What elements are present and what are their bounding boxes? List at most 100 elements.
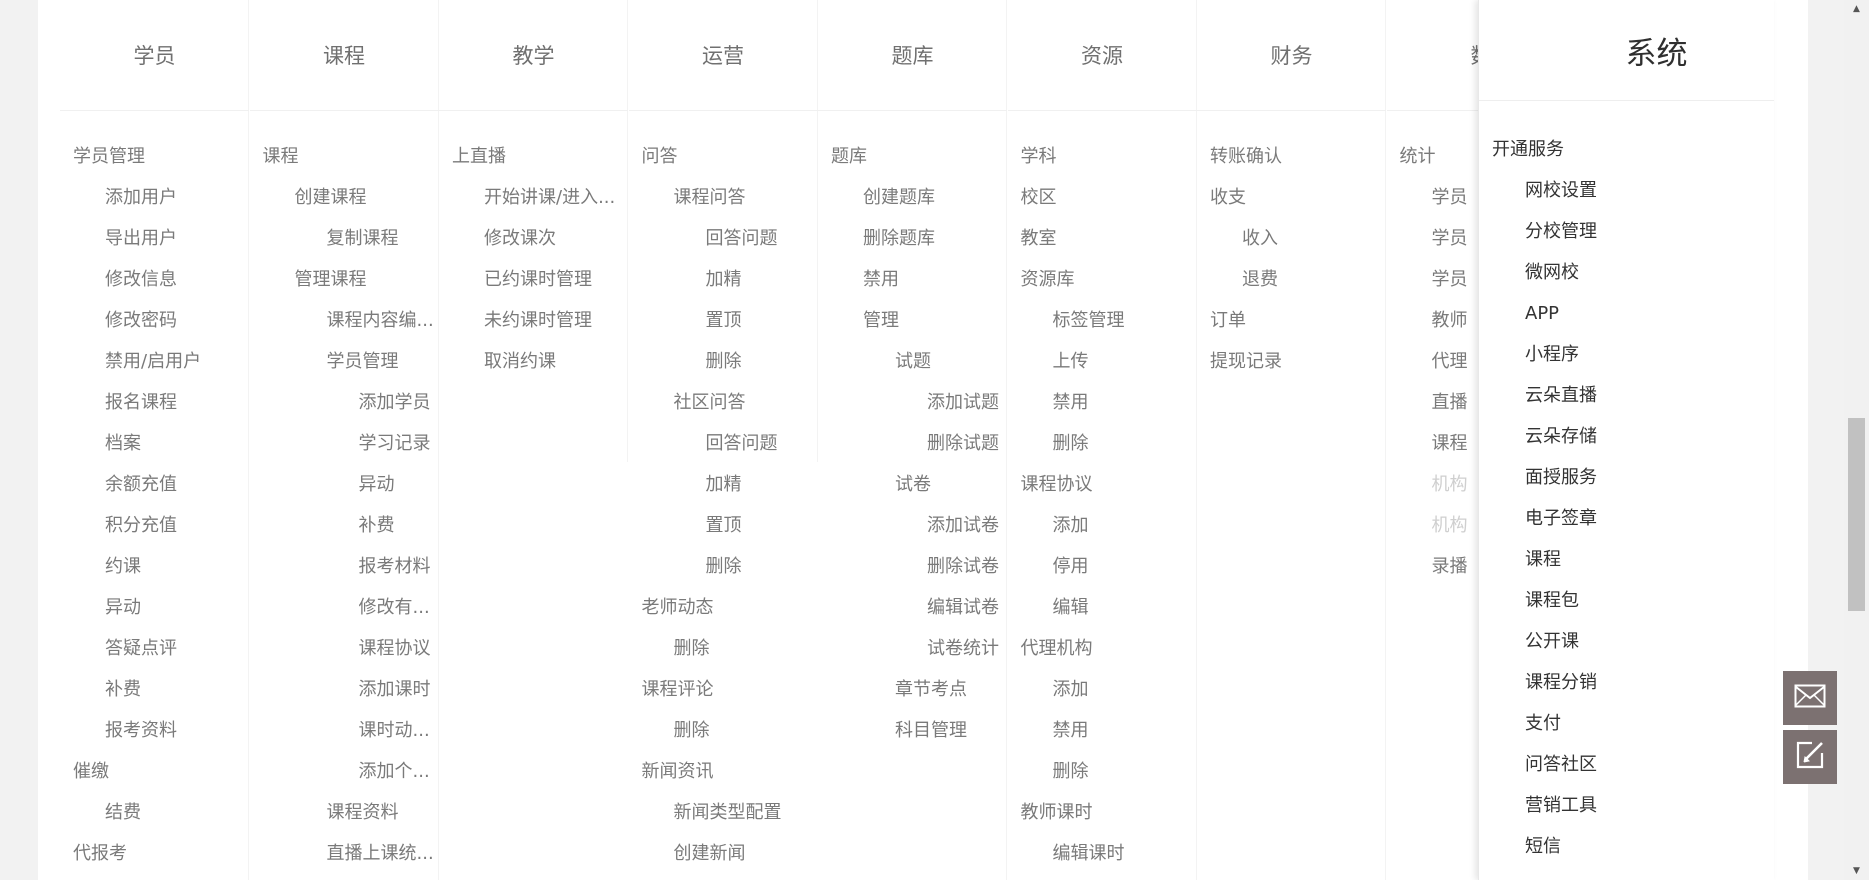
permission-item[interactable]: 教师课时	[1021, 798, 1093, 828]
permission-item[interactable]: 学员管理	[73, 142, 145, 172]
feedback-float-button[interactable]	[1783, 730, 1837, 784]
permission-item[interactable]: 课程	[263, 142, 299, 172]
permission-item[interactable]: 收入	[1242, 224, 1278, 254]
permission-item[interactable]: 代理	[1432, 347, 1468, 377]
permission-item[interactable]: 报考材料	[359, 552, 431, 582]
permission-item[interactable]: 录播	[1432, 552, 1468, 582]
permission-item[interactable]: 创建新闻	[674, 839, 746, 869]
permission-item[interactable]: 提现记录	[1210, 347, 1282, 377]
permission-item[interactable]: 校区	[1021, 183, 1057, 213]
permission-item[interactable]: 收支	[1210, 183, 1246, 213]
permission-item[interactable]: 添加试题	[927, 388, 999, 418]
permission-item[interactable]: 删除	[1053, 757, 1089, 787]
permission-item[interactable]: 试卷统计	[927, 634, 999, 664]
permission-item[interactable]: 上传	[1053, 347, 1089, 377]
permission-item[interactable]: 直播	[1432, 388, 1468, 418]
permission-item[interactable]: 置顶	[706, 511, 742, 541]
column-title[interactable]: 题库	[818, 0, 1007, 111]
permission-item[interactable]: 编辑	[1053, 593, 1089, 623]
permission-item[interactable]: 教室	[1021, 224, 1057, 254]
permission-item[interactable]: 添加	[1053, 675, 1089, 705]
permission-item[interactable]: 删除题库	[863, 224, 935, 254]
permission-item[interactable]: 学员管理	[327, 347, 399, 377]
permission-item[interactable]: 禁用/启用户	[105, 347, 201, 377]
system-item[interactable]: 微网校	[1525, 258, 1579, 288]
column-title[interactable]: 课程	[249, 0, 439, 111]
permission-item[interactable]: 加精	[706, 265, 742, 295]
permission-item[interactable]: 添加学员	[359, 388, 431, 418]
system-item[interactable]: 小程序	[1525, 340, 1579, 370]
permission-item[interactable]: 课程内容编...	[327, 306, 434, 336]
system-item[interactable]: 课程分销	[1525, 668, 1597, 698]
permission-item[interactable]: 修改有...	[359, 593, 430, 623]
column-title[interactable]: 资源	[1007, 0, 1197, 111]
system-item[interactable]: 云朵存储	[1525, 422, 1597, 452]
permission-item[interactable]: 删除	[674, 634, 710, 664]
permission-item[interactable]: 标签管理	[1053, 306, 1125, 336]
permission-item[interactable]: 课程	[1432, 429, 1468, 459]
scroll-down-arrow-icon[interactable]: ▼	[1844, 862, 1869, 880]
permission-item[interactable]: 导出用户	[105, 224, 177, 254]
permission-item[interactable]: 加精	[706, 470, 742, 500]
page-scrollbar[interactable]: ▲ ▼	[1844, 0, 1869, 880]
permission-item[interactable]: 禁用	[1053, 388, 1089, 418]
permission-item[interactable]: 添加试卷	[927, 511, 999, 541]
permission-item[interactable]: 资源库	[1021, 265, 1075, 295]
permission-item[interactable]: 代报考	[73, 839, 127, 869]
permission-item[interactable]: 新闻类型配置	[674, 798, 782, 828]
permission-item[interactable]: 修改课次	[484, 224, 556, 254]
permission-item[interactable]: 添加课时	[359, 675, 431, 705]
permission-item[interactable]: 添加用户	[105, 183, 177, 213]
permission-item[interactable]: 回答问题	[706, 429, 778, 459]
permission-item[interactable]: 未约课时管理	[484, 306, 592, 336]
system-item[interactable]: 公开课	[1525, 627, 1579, 657]
permission-item[interactable]: 余额充值	[105, 470, 177, 500]
message-float-button[interactable]	[1783, 671, 1837, 725]
permission-item[interactable]: 补费	[105, 675, 141, 705]
permission-item[interactable]: 催缴	[73, 757, 109, 787]
permission-item[interactable]: 修改信息	[105, 265, 177, 295]
system-item[interactable]: 网校设置	[1525, 176, 1597, 206]
scroll-up-arrow-icon[interactable]: ▲	[1844, 0, 1869, 18]
permission-item[interactable]: 删除试题	[927, 429, 999, 459]
permission-item[interactable]: 创建题库	[863, 183, 935, 213]
permission-item[interactable]: 添加	[1053, 511, 1089, 541]
permission-item[interactable]: 删除试卷	[927, 552, 999, 582]
permission-item[interactable]: 章节考点	[895, 675, 967, 705]
permission-item[interactable]: 题库	[831, 142, 867, 172]
system-item[interactable]: 开通服务	[1492, 135, 1564, 165]
permission-item[interactable]: 课程问答	[674, 183, 746, 213]
permission-item[interactable]: 添加个...	[359, 757, 430, 787]
permission-item[interactable]: 课时动...	[359, 716, 430, 746]
permission-item[interactable]: 课程评论	[642, 675, 714, 705]
permission-item[interactable]: 开始讲课/进入...	[484, 183, 615, 213]
permission-item[interactable]: 积分充值	[105, 511, 177, 541]
permission-item[interactable]: 教师	[1432, 306, 1468, 336]
permission-item[interactable]: 报考资料	[105, 716, 177, 746]
system-item[interactable]: 分校管理	[1525, 217, 1597, 247]
system-item[interactable]: 支付	[1525, 709, 1561, 739]
permission-item[interactable]: 结费	[105, 798, 141, 828]
permission-item[interactable]: 删除	[674, 716, 710, 746]
permission-item[interactable]: 已约课时管理	[484, 265, 592, 295]
permission-item[interactable]: 转账确认	[1210, 142, 1282, 172]
permission-item[interactable]: 学员	[1432, 265, 1468, 295]
permission-item[interactable]: 禁用	[863, 265, 899, 295]
permission-item[interactable]: 上直播	[452, 142, 506, 172]
permission-item[interactable]: 停用	[1053, 552, 1089, 582]
system-item[interactable]: 面授服务	[1525, 463, 1597, 493]
permission-item[interactable]: 创建课程	[295, 183, 367, 213]
system-item[interactable]: 课程	[1525, 545, 1561, 575]
system-item[interactable]: APP	[1525, 299, 1559, 329]
system-item[interactable]: 营销工具	[1525, 791, 1597, 821]
permission-item[interactable]: 管理	[863, 306, 899, 336]
permission-item[interactable]: 回答问题	[706, 224, 778, 254]
permission-item[interactable]: 新闻资讯	[642, 757, 714, 787]
permission-item[interactable]: 学员	[1432, 183, 1468, 213]
permission-item[interactable]: 复制课程	[327, 224, 399, 254]
permission-item[interactable]: 置顶	[706, 306, 742, 336]
permission-item[interactable]: 约课	[105, 552, 141, 582]
permission-item[interactable]: 课程协议	[359, 634, 431, 664]
permission-item[interactable]: 禁用	[1053, 716, 1089, 746]
permission-item[interactable]: 课程协议	[1021, 470, 1093, 500]
